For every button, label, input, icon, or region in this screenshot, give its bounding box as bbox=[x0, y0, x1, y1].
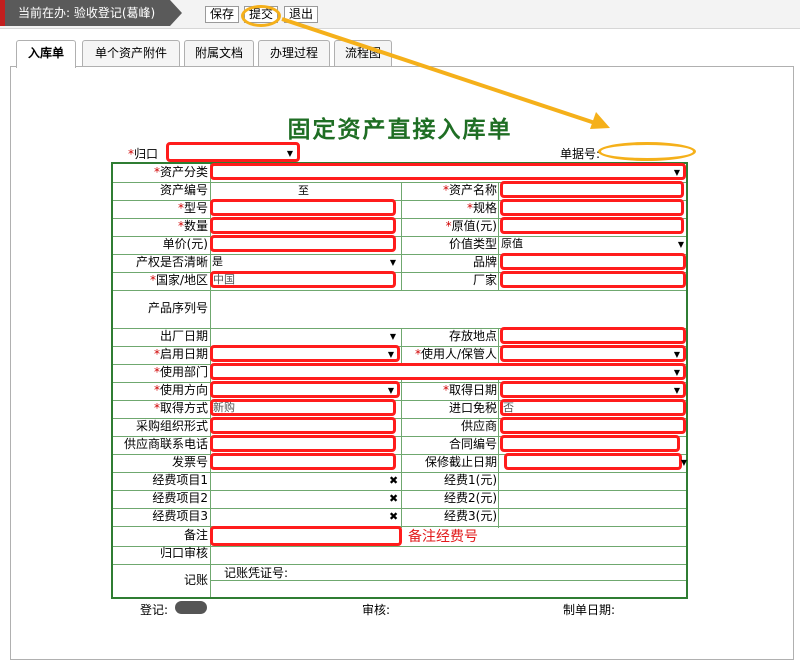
callout-arrow bbox=[281, 17, 610, 129]
tab-receipt[interactable]: 入库单 bbox=[16, 40, 76, 68]
